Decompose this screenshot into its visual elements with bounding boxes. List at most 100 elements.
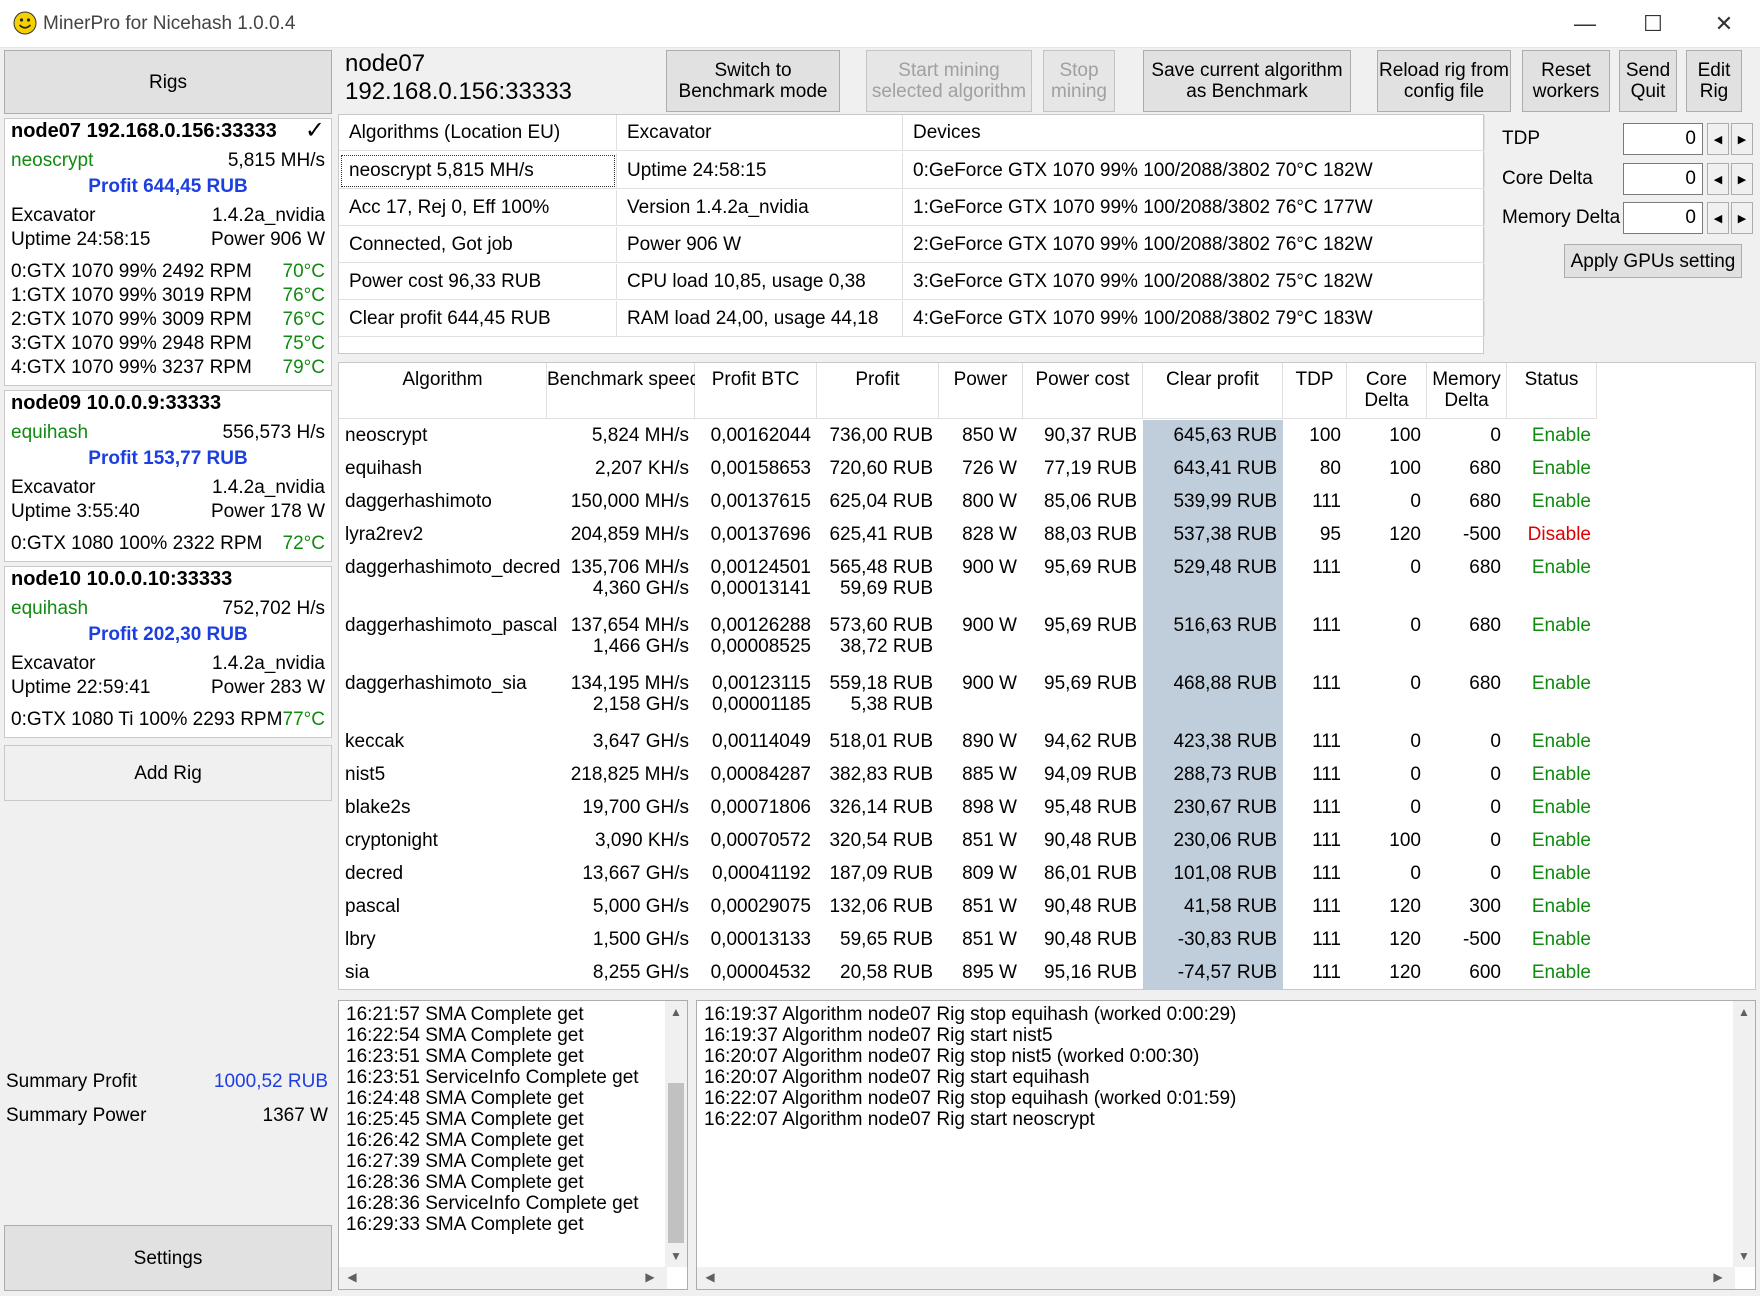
save-benchmark-button[interactable]: Save current algorithm as Benchmark (1143, 50, 1351, 112)
table-row[interactable]: decred 13,667 GH/s 0,00041192 187,09 RUB 809… (339, 858, 1755, 891)
table-cell-clear: 230,06 RUB (1173, 830, 1277, 851)
table-row[interactable]: pascal 5,000 GH/s 0,00029075 132,06 RUB 851 … (339, 891, 1755, 924)
table-row[interactable]: daggerhashimoto 150,000 MH/s 0,00137615 625… (339, 486, 1755, 519)
scroll-left-icon[interactable]: ◀ (699, 1270, 721, 1284)
table-cell-clear: 643,41 RUB (1173, 458, 1277, 479)
table-cell-algo: nist5 (345, 764, 386, 785)
table-cell-core: 120 (1389, 524, 1421, 545)
rig-card-node07[interactable]: node07 192.168.0.156:33333 ✓ neoscrypt 5,… (4, 117, 332, 386)
column-header[interactable]: Profit BTC (695, 363, 817, 419)
table-cell-cost: 90,48 RUB (1044, 830, 1137, 851)
horizontal-scrollbar[interactable]: ◀ ▶ (339, 1267, 667, 1289)
table-cell-core: 120 (1389, 929, 1421, 950)
table-cell-speed: 5,824 MH/s (591, 425, 689, 446)
table-cell-clear: 423,38 RUB (1173, 731, 1277, 752)
rig-card-node09[interactable]: node09 10.0.0.9:33333 equihash 556,573 H/… (4, 390, 332, 562)
table-cell-tdp: 80 (1319, 458, 1341, 479)
table-row[interactable]: nist5 218,825 MH/s 0,00084287 382,83 RUB 885… (339, 759, 1755, 792)
table-row[interactable]: lbry 1,500 GH/s 0,00013133 59,65 RUB 851 W 90… (339, 924, 1755, 957)
maximize-button[interactable]: ☐ (1623, 6, 1683, 42)
rig-speed: 556,573 H/s (222, 422, 325, 443)
scroll-thumb[interactable] (668, 1083, 684, 1243)
scroll-up-icon[interactable]: ▲ (665, 1005, 687, 1019)
table-cell-speed: 204,859 MH/s (570, 524, 689, 545)
rigs-button[interactable]: Rigs (4, 50, 332, 114)
table-cell-mem: 0 (1490, 731, 1501, 752)
column-header[interactable]: Status (1507, 363, 1597, 419)
memory-increment-button[interactable]: ▶ (1731, 202, 1753, 234)
column-header[interactable]: Benchmark speed (547, 363, 700, 419)
summary-power-value: 1367 W (262, 1105, 328, 1126)
table-cell-profit: 59,65 RUB (840, 929, 933, 950)
table-row[interactable]: sia 8,255 GH/s 0,00004532 20,58 RUB 895 W 95,… (339, 957, 1755, 989)
scroll-right-icon[interactable]: ▶ (639, 1270, 661, 1284)
table-row[interactable]: daggerhashimoto_pascal 137,654 MH/s 1,466… (339, 610, 1755, 668)
table-row[interactable]: daggerhashimoto_sia 134,195 MH/s 2,158 GH… (339, 668, 1755, 726)
table-row[interactable]: lyra2rev2 204,859 MH/s 0,00137696 625,41 RU… (339, 519, 1755, 552)
table-cell-btc: 0,00162044 (710, 425, 811, 446)
core-increment-button[interactable]: ▶ (1731, 163, 1753, 195)
table-row[interactable]: keccak 3,647 GH/s 0,00114049 518,01 RUB 890 … (339, 726, 1755, 759)
close-button[interactable]: ✕ (1694, 6, 1754, 42)
vertical-scrollbar[interactable]: ▲ ▼ (1733, 1001, 1755, 1267)
table-cell-clear: -74,57 RUB (1177, 962, 1277, 983)
reload-rig-button[interactable]: Reload rig from config file (1377, 50, 1511, 112)
info-cell[interactable]: neoscrypt 5,815 MH/s (339, 153, 617, 189)
add-rig-button[interactable]: Add Rig (4, 745, 332, 801)
minimize-button[interactable]: — (1555, 6, 1615, 42)
rig-info-grid: Algorithms (Location EU) Excavator Devic… (338, 114, 1485, 354)
start-mining-button[interactable]: Start mining selected algorithm (866, 50, 1032, 112)
table-cell-clear: 539,99 RUB (1173, 491, 1277, 512)
table-cell-btc: 0,00084287 (710, 764, 811, 785)
column-header[interactable]: Memory Delta (1427, 363, 1507, 419)
horizontal-scrollbar[interactable]: ◀ ▶ (697, 1267, 1735, 1289)
vertical-scrollbar[interactable]: ▲ ▼ (665, 1001, 687, 1267)
rig-card-node10[interactable]: node10 10.0.0.10:33333 equihash 752,702 H… (4, 566, 332, 738)
column-header[interactable]: Clear profit (1143, 363, 1283, 419)
scroll-up-icon[interactable]: ▲ (1733, 1005, 1755, 1019)
column-header[interactable]: Core Delta (1347, 363, 1427, 419)
table-cell-algo: cryptonight (345, 830, 438, 851)
table-row[interactable]: neoscrypt 5,824 MH/s 0,00162044 736,00 RUB 8… (339, 420, 1755, 453)
tdp-decrement-button[interactable]: ◀ (1707, 123, 1729, 155)
tdp-input[interactable]: 0 (1623, 123, 1703, 155)
rig-version: 1.4.2a_nvidia (211, 477, 325, 498)
column-header[interactable]: Power cost (1023, 363, 1143, 419)
table-row[interactable]: equihash 2,207 KH/s 0,00158653 720,60 RUB 72… (339, 453, 1755, 486)
memory-decrement-button[interactable]: ◀ (1707, 202, 1729, 234)
table-cell-clear: 645,63 RUB (1173, 425, 1277, 446)
reset-workers-button[interactable]: Reset workers (1522, 50, 1610, 112)
scroll-right-icon[interactable]: ▶ (1707, 1270, 1729, 1284)
column-header[interactable]: Power (939, 363, 1023, 419)
table-cell-core: 0 (1410, 673, 1421, 694)
table-cell-profit: 625,41 RUB (829, 524, 933, 545)
send-quit-button[interactable]: Send Quit (1619, 50, 1677, 112)
scroll-down-icon[interactable]: ▼ (1733, 1249, 1755, 1263)
table-row[interactable]: cryptonight 3,090 KH/s 0,00070572 320,54 RU… (339, 825, 1755, 858)
table-cell-speed: 137,654 MH/s 1,466 GH/s (570, 615, 689, 657)
scroll-down-icon[interactable]: ▼ (665, 1249, 687, 1263)
core-delta-input[interactable]: 0 (1623, 163, 1703, 195)
log-line: 16:22:07 Algorithm node07 Rig stop equih… (704, 1088, 1237, 1109)
info-cell: 0:GeForce GTX 1070 99% 100/2088/3802 70°… (903, 153, 1485, 189)
edit-rig-button[interactable]: Edit Rig (1686, 50, 1742, 112)
core-decrement-button[interactable]: ◀ (1707, 163, 1729, 195)
column-header[interactable]: TDP (1283, 363, 1347, 419)
scroll-left-icon[interactable]: ◀ (341, 1270, 363, 1284)
stop-mining-button[interactable]: Stop mining (1043, 50, 1115, 112)
table-row[interactable]: daggerhashimoto_decred 135,706 MH/s 4,360… (339, 552, 1755, 610)
switch-benchmark-button[interactable]: Switch to Benchmark mode (666, 50, 840, 112)
settings-button[interactable]: Settings (4, 1225, 332, 1291)
apply-gpu-settings-button[interactable]: Apply GPUs setting (1564, 244, 1742, 278)
table-cell-cost: 86,01 RUB (1044, 863, 1137, 884)
table-cell-clear: 230,67 RUB (1173, 797, 1277, 818)
memory-delta-input[interactable]: 0 (1623, 202, 1703, 234)
log-line: 16:29:33 SMA Complete get (346, 1214, 584, 1235)
column-header[interactable]: Algorithm (339, 363, 547, 419)
tdp-increment-button[interactable]: ▶ (1731, 123, 1753, 155)
table-cell-clear: 101,08 RUB (1173, 863, 1277, 884)
info-header: Devices (903, 115, 1485, 151)
table-row[interactable]: blake2s 19,700 GH/s 0,00071806 326,14 RUB 89… (339, 792, 1755, 825)
column-header[interactable]: Profit (817, 363, 939, 419)
table-cell-cost: 95,69 RUB (1044, 673, 1137, 694)
